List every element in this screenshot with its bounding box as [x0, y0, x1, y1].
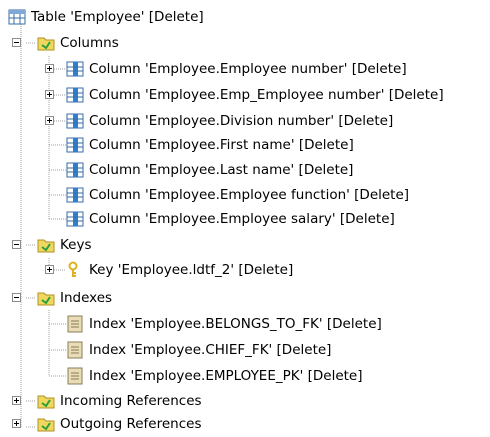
- tree-root-label: Table 'Employee' [Delete]: [31, 9, 204, 25]
- column-label: Column 'Employee.Employee number' [Delet…: [89, 61, 407, 77]
- tree-item-column[interactable]: Column 'Employee.First name' [Delete]: [0, 132, 490, 158]
- index-label: Index 'Employee.EMPLOYEE_PK' [Delete]: [89, 368, 363, 384]
- tree-item-column[interactable]: Column 'Employee.Employee number' [Delet…: [0, 56, 490, 82]
- tree-item-index[interactable]: Index 'Employee.CHIEF_FK' [Delete]: [0, 337, 490, 363]
- tree-item-column[interactable]: Column 'Employee.Last name' [Delete]: [0, 157, 490, 183]
- column-icon: [66, 137, 84, 153]
- keys-folder-label: Keys: [60, 237, 92, 253]
- expand-toggle[interactable]: [45, 64, 54, 73]
- tree-item-index[interactable]: Index 'Employee.EMPLOYEE_PK' [Delete]: [0, 363, 490, 389]
- expand-toggle[interactable]: [45, 90, 54, 99]
- column-label: Column 'Employee.Last name' [Delete]: [89, 162, 354, 178]
- tree-folder-keys[interactable]: Keys: [0, 232, 490, 258]
- column-icon: [66, 113, 84, 129]
- tree-root-table[interactable]: Table 'Employee' [Delete]: [0, 4, 490, 30]
- tree-item-index[interactable]: Index 'Employee.BELONGS_TO_FK' [Delete]: [0, 311, 490, 337]
- columns-folder-label: Columns: [60, 35, 119, 51]
- tree-item-column[interactable]: Column 'Employee.Employee salary' [Delet…: [0, 206, 490, 232]
- tree-folder-indexes[interactable]: Indexes: [0, 285, 490, 311]
- tree-item-column[interactable]: Column 'Employee.Emp_Employee number' [D…: [0, 82, 490, 108]
- column-icon: [66, 61, 84, 77]
- index-icon: [67, 341, 83, 359]
- column-icon: [66, 211, 84, 227]
- column-icon: [66, 87, 84, 103]
- folder-icon: [37, 395, 55, 409]
- collapse-toggle[interactable]: [12, 293, 21, 302]
- indexes-folder-label: Indexes: [60, 290, 113, 306]
- index-label: Index 'Employee.BELONGS_TO_FK' [Delete]: [89, 316, 382, 332]
- column-label: Column 'Employee.Division number' [Delet…: [89, 113, 394, 129]
- column-label: Column 'Employee.First name' [Delete]: [89, 137, 354, 153]
- folder-icon: [37, 239, 55, 253]
- folder-icon: [37, 418, 55, 432]
- column-label: Column 'Employee.Employee function' [Del…: [89, 187, 410, 203]
- index-icon: [67, 315, 83, 333]
- collapse-toggle[interactable]: [12, 38, 21, 47]
- tree-item-column[interactable]: Column 'Employee.Division number' [Delet…: [0, 108, 490, 134]
- column-label: Column 'Employee.Emp_Employee number' [D…: [89, 87, 444, 103]
- index-label: Index 'Employee.CHIEF_FK' [Delete]: [89, 342, 332, 358]
- table-icon: [8, 9, 26, 25]
- column-icon: [66, 187, 84, 203]
- outgoing-references-label: Outgoing References: [60, 416, 202, 432]
- folder-icon: [37, 37, 55, 51]
- expand-toggle[interactable]: [45, 116, 54, 125]
- collapse-toggle[interactable]: [12, 240, 21, 249]
- expand-toggle[interactable]: [45, 265, 54, 274]
- tree-folder-columns[interactable]: Columns: [0, 30, 490, 56]
- expand-toggle[interactable]: [12, 419, 21, 428]
- tree-item-key[interactable]: Key 'Employee.ldtf_2' [Delete]: [0, 257, 490, 283]
- key-label: Key 'Employee.ldtf_2' [Delete]: [89, 262, 294, 278]
- tree-folder-outgoing-references[interactable]: Outgoing References: [0, 411, 490, 437]
- index-icon: [67, 367, 83, 385]
- folder-icon: [37, 292, 55, 306]
- column-icon: [66, 162, 84, 178]
- key-icon: [68, 261, 78, 277]
- column-label: Column 'Employee.Employee salary' [Delet…: [89, 211, 395, 227]
- expand-toggle[interactable]: [12, 396, 21, 405]
- tree-item-column[interactable]: Column 'Employee.Employee function' [Del…: [0, 182, 490, 208]
